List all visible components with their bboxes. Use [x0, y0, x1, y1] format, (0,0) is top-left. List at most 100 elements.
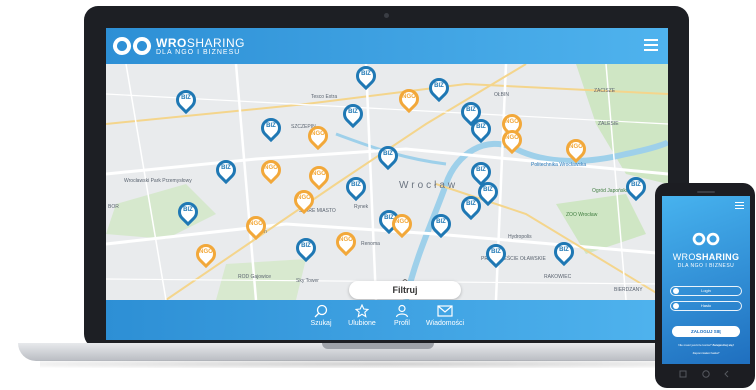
biz-pin[interactable]: BIZ [341, 172, 371, 203]
pin-label: BIZ [483, 187, 493, 193]
pin-label: NGO [395, 219, 409, 225]
nav-messages[interactable]: Wiadomości [421, 304, 469, 327]
home-icon [702, 370, 710, 378]
user-icon [395, 304, 409, 318]
phone-password-input[interactable]: Hasło [670, 301, 742, 311]
biz-pin[interactable]: BIZ [256, 113, 286, 144]
map-label: RAKOWIEC [544, 274, 572, 280]
ngo-pin[interactable]: NGO [289, 185, 319, 216]
pin-label: BIZ [476, 167, 486, 173]
user-icon [673, 288, 679, 294]
biz-pin[interactable]: BIZ [426, 209, 456, 240]
biz-pin[interactable]: BIZ [424, 73, 454, 104]
pin-label: NGO [402, 94, 416, 100]
phone-password-placeholder: Hasło [700, 303, 712, 308]
pin-label: BIZ [181, 95, 191, 101]
map-label: BOR [108, 204, 119, 210]
nav-profile[interactable]: Profil [378, 304, 426, 327]
pin-label: BIZ [351, 182, 361, 188]
map-label: Hydropolis [508, 234, 532, 240]
lock-icon [673, 303, 679, 309]
pin-label: NGO [505, 135, 519, 141]
pin-label: NGO [199, 249, 213, 255]
ngo-pin[interactable]: NGO [387, 209, 417, 240]
map-label: Ogród Japoński [592, 188, 628, 194]
ngo-pin[interactable]: NGO [191, 239, 221, 270]
map-city-label: Wrocław [399, 180, 459, 191]
pin-label: BIZ [348, 109, 358, 115]
pin-label: NGO [249, 221, 263, 227]
biz-pin[interactable]: BIZ [549, 237, 579, 268]
biz-pin[interactable]: BIZ [211, 155, 241, 186]
biz-pin[interactable]: BIZ [171, 85, 201, 116]
ngo-pin[interactable]: NGO [241, 211, 271, 242]
ngo-pin[interactable]: NGO [561, 134, 591, 165]
biz-pin[interactable]: BIZ [173, 197, 203, 228]
bottom-navigation: Szukaj Ulubione Profil Wiadomości [106, 300, 668, 340]
phone-menu-icon[interactable] [735, 202, 744, 211]
phone-register-link[interactable]: Zarejestruj się! [712, 343, 733, 347]
biz-pin[interactable]: BIZ [456, 191, 486, 222]
ngo-pin[interactable]: NGO [331, 227, 361, 258]
pin-label: BIZ [221, 165, 231, 171]
biz-pin[interactable]: BIZ [291, 233, 321, 264]
search-icon [314, 304, 328, 318]
pin-label: NGO [311, 131, 325, 137]
map-label: ZALESIE [598, 121, 619, 127]
star-icon [355, 304, 369, 318]
biz-pin[interactable]: BIZ [621, 172, 651, 203]
map-label: ZOO Wrocław [566, 212, 598, 218]
recent-apps-icon [679, 370, 687, 378]
map-label: BIERDZANY [614, 287, 643, 293]
pin-label: BIZ [361, 71, 371, 77]
ngo-pin[interactable]: NGO [394, 84, 424, 115]
phone-forgot-password-link[interactable]: Zapomniałeś hasła? [662, 351, 750, 355]
biz-pin[interactable]: BIZ [373, 141, 403, 172]
app-header: WROSHARING DLA NGO I BIZNESU [106, 28, 668, 64]
map-label: Sky Tower [296, 278, 319, 284]
pin-label: BIZ [183, 207, 193, 213]
phone-login-input[interactable]: Login [670, 286, 742, 296]
hamburger-menu-icon[interactable] [644, 39, 658, 53]
laptop-notch [322, 343, 434, 349]
pin-label: NGO [312, 171, 326, 177]
phone-speaker [697, 191, 715, 193]
pin-label: BIZ [301, 243, 311, 249]
map-label: OŁBIN [494, 92, 510, 98]
laptop-camera [384, 13, 389, 18]
pin-label: NGO [264, 165, 278, 171]
map-label: Wrocławski Park Przemysłowy [124, 178, 192, 184]
pin-label: BIZ [559, 247, 569, 253]
biz-pin[interactable]: BIZ [466, 114, 496, 145]
map-label: ZACISZE [594, 88, 616, 94]
ngo-pin[interactable]: NGO [303, 121, 333, 152]
city-map[interactable]: Tesco Extra SZCZEPIN OŁBIN ZACISZE ZALESIE Po… [106, 64, 668, 300]
filter-button[interactable]: Filtruj [349, 281, 461, 299]
pin-label: NGO [569, 144, 583, 150]
ngo-pin[interactable]: NGO [256, 155, 286, 186]
envelope-icon [437, 305, 453, 317]
pin-label: BIZ [266, 123, 276, 129]
ngo-pin[interactable]: NGO [497, 125, 527, 156]
phone-nav-buttons [679, 370, 729, 378]
laptop-shadow [40, 360, 716, 368]
pin-label: BIZ [436, 219, 446, 225]
phone-register-text: Nie masz jeszcze konta? Zarejestruj się! [678, 343, 734, 347]
ngo-pin[interactable]: NGO [304, 161, 334, 192]
phone-login-button[interactable]: ZALOGUJ SIĘ [672, 326, 740, 337]
map-label: Renoma [361, 241, 380, 247]
app-title: WROSHARING [156, 36, 246, 50]
map-label: ROD Gajowice [238, 274, 272, 280]
biz-pin[interactable]: BIZ [338, 99, 368, 130]
pin-label: NGO [339, 237, 353, 243]
back-icon [724, 370, 729, 378]
map-label: Tesco Extra [311, 94, 338, 100]
phone-login-placeholder: Login [701, 288, 711, 293]
biz-pin[interactable]: BIZ [481, 239, 511, 270]
nav-profile-label: Profil [394, 320, 410, 327]
nav-messages-label: Wiadomości [425, 320, 465, 327]
pin-label: BIZ [383, 151, 393, 157]
map-marker-icon [351, 64, 381, 91]
biz-pin[interactable]: BIZ [351, 64, 381, 92]
pin-label: BIZ [491, 249, 501, 255]
